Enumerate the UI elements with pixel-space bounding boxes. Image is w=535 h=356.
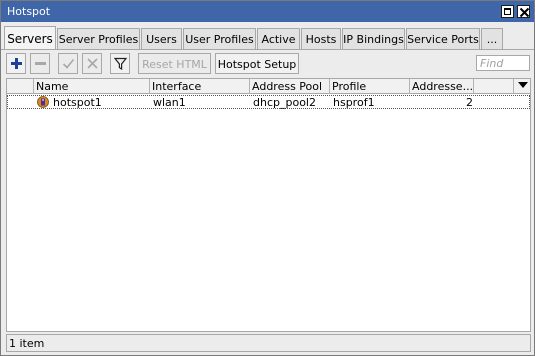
tab-servers[interactable]: Servers — [4, 26, 56, 49]
add-button[interactable] — [6, 53, 26, 74]
column-name-label: Name — [36, 80, 69, 93]
hotspot-server-icon — [37, 96, 49, 108]
tab-active[interactable]: Active — [257, 28, 300, 49]
cell-interface: wlan1 — [153, 96, 186, 109]
hotspot-window: Hotspot Servers Server Profiles Users Us… — [0, 0, 535, 356]
servers-table: Name ⁄ Interface Address Pool Profile Ad… — [6, 78, 531, 332]
disable-icon — [87, 58, 98, 69]
remove-icon — [35, 62, 46, 65]
tab-user-profiles[interactable]: User Profiles — [183, 28, 256, 49]
column-header-address-pool[interactable]: Address Pool — [250, 79, 330, 94]
status-bar: 1 item — [6, 334, 531, 352]
column-header-spacer — [474, 79, 514, 94]
filter-button[interactable] — [110, 53, 130, 74]
tab-divider — [1, 49, 534, 50]
tab-hosts[interactable]: Hosts — [301, 28, 341, 49]
tab-bar: Servers Server Profiles Users User Profi… — [4, 26, 534, 49]
cell-profile: hsprof1 — [333, 96, 375, 109]
table-header: Name ⁄ Interface Address Pool Profile Ad… — [7, 79, 530, 94]
disable-button[interactable] — [82, 53, 102, 74]
find-input[interactable]: Find — [476, 55, 530, 71]
close-icon — [519, 7, 530, 18]
close-button[interactable] — [517, 5, 530, 18]
cell-name: hotspot1 — [53, 96, 102, 109]
column-header-addresses[interactable]: Addresse... — [410, 79, 474, 94]
tab-more[interactable]: ... — [481, 28, 503, 49]
remove-button[interactable] — [30, 53, 50, 74]
reset-html-button[interactable]: Reset HTML — [138, 53, 211, 74]
enable-button[interactable] — [58, 53, 78, 74]
window-title: Hotspot — [7, 5, 51, 18]
cell-addresses: 2 — [466, 96, 473, 109]
hotspot-setup-button[interactable]: Hotspot Setup — [215, 53, 299, 74]
check-icon — [62, 58, 75, 69]
tab-server-profiles[interactable]: Server Profiles — [57, 28, 140, 49]
toolbar: Reset HTML Hotspot Setup Find — [1, 52, 534, 76]
filter-icon — [113, 57, 128, 71]
add-icon — [11, 58, 22, 69]
cell-address-pool: dhcp_pool2 — [253, 96, 316, 109]
maximize-button[interactable] — [501, 5, 514, 18]
tab-service-ports[interactable]: Service Ports — [406, 28, 480, 49]
column-header-interface[interactable]: Interface — [150, 79, 250, 94]
column-menu-chevron-down-icon[interactable] — [518, 80, 528, 90]
column-header-name[interactable]: Name ⁄ — [34, 79, 150, 94]
maximize-icon — [504, 8, 511, 15]
title-bar[interactable]: Hotspot — [1, 1, 534, 22]
column-header-profile[interactable]: Profile — [330, 79, 410, 94]
tab-users[interactable]: Users — [141, 28, 182, 49]
header-marker-column — [7, 79, 34, 94]
tab-ip-bindings[interactable]: IP Bindings — [342, 28, 405, 49]
item-count: 1 item — [9, 337, 45, 350]
table-row[interactable]: hotspot1 wlan1 dhcp_pool2 hsprof1 2 — [7, 95, 530, 109]
